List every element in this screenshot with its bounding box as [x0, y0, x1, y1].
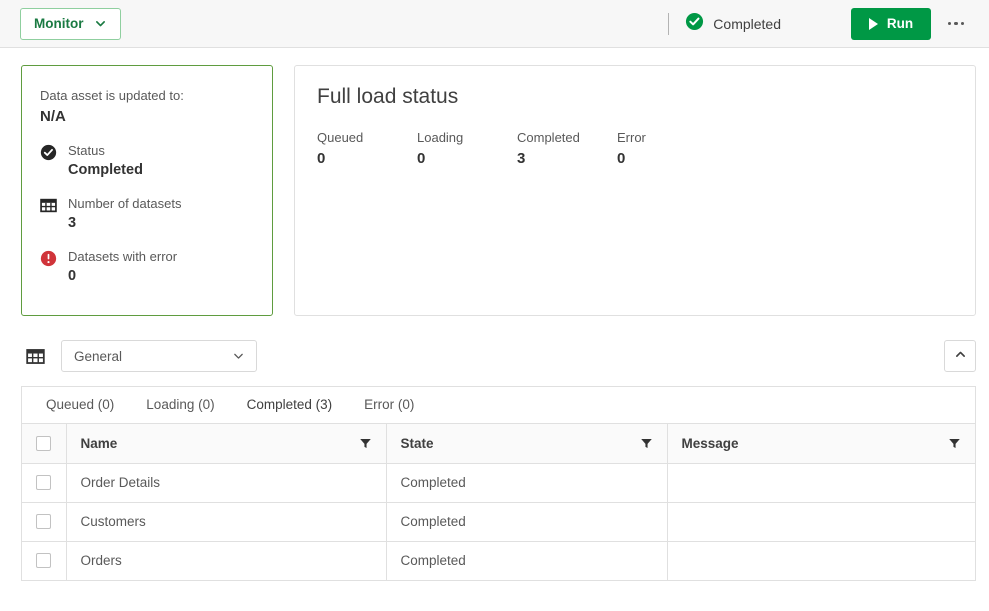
column-header-name: Name [66, 424, 387, 464]
load-stat-completed: Completed 3 [517, 130, 617, 167]
table-row[interactable]: Customers Completed [22, 502, 975, 542]
row-message-cell [667, 502, 975, 542]
full-load-status-stats: Queued 0 Loading 0 Completed 3 Error 0 [317, 130, 953, 167]
kebab-menu-icon [947, 21, 952, 26]
row-name-cell: Customers [66, 502, 387, 542]
datasets-table-header: Name State Message [22, 424, 975, 464]
chevron-up-icon [954, 348, 967, 364]
datasets-table-body: Order Details Completed Customers Comple… [22, 463, 975, 581]
full-load-status-card: Full load status Queued 0 Loading 0 Comp… [294, 65, 976, 316]
load-stat-loading: Loading 0 [417, 130, 517, 167]
summary-stat-status: Status Completed [40, 142, 254, 178]
row-name-cell: Orders [66, 541, 387, 581]
collapse-panel-button[interactable] [944, 340, 976, 372]
summary-stat-value: 3 [68, 214, 77, 231]
filter-icon[interactable] [359, 437, 372, 450]
error-circle-icon [40, 248, 58, 284]
monitor-dropdown-label: Monitor [34, 16, 84, 31]
datasets-panel: Queued (0) Loading (0) Completed (3) Err… [21, 386, 976, 581]
chevron-down-icon [232, 350, 245, 363]
summary-stat-label: Status [68, 142, 105, 158]
check-circle-icon [40, 142, 58, 178]
column-header-message: Message [667, 424, 975, 464]
load-stat-label: Completed [517, 130, 580, 145]
row-select-cell [22, 541, 67, 581]
dataset-status-tabs: Queued (0) Loading (0) Completed (3) Err… [22, 387, 975, 424]
dataset-category-select-value: General [74, 348, 123, 364]
load-stat-error: Error 0 [617, 130, 717, 167]
run-button-label: Run [886, 16, 914, 31]
kebab-menu-icon [954, 21, 958, 26]
toolbar-divider [668, 12, 670, 35]
top-toolbar: Monitor Completed Run [0, 0, 989, 48]
dataset-category-select[interactable]: General [61, 340, 257, 372]
load-stat-value: 0 [317, 150, 326, 167]
full-load-status-title: Full load status [317, 85, 459, 108]
filter-icon[interactable] [640, 437, 653, 450]
monitor-dropdown-button[interactable]: Monitor [20, 7, 121, 40]
tab-loading[interactable]: Loading (0) [130, 387, 230, 423]
play-icon [868, 17, 878, 30]
select-all-header [22, 424, 67, 464]
row-message-cell [667, 541, 975, 581]
check-circle-icon [685, 12, 704, 36]
table-toolbar: General [0, 316, 989, 372]
topbar-right-group: Completed Run [668, 7, 973, 40]
run-button[interactable]: Run [851, 7, 931, 40]
tab-completed[interactable]: Completed (3) [231, 387, 349, 423]
column-header-state: State [386, 424, 668, 464]
column-header-state-label: State [400, 435, 434, 451]
summary-stat-value: 0 [68, 267, 77, 284]
column-header-message-label: Message [681, 435, 739, 451]
table-header-row: Name State Message [22, 424, 975, 464]
more-options-button[interactable] [939, 8, 973, 40]
row-select-checkbox[interactable] [36, 475, 52, 490]
row-select-checkbox[interactable] [36, 514, 52, 529]
data-asset-summary-card: Data asset is updated to: N/A Status Com… [21, 65, 273, 316]
load-stat-value: 0 [617, 150, 626, 167]
column-header-name-label: Name [80, 435, 118, 451]
summary-stat-datasets: Number of datasets 3 [40, 195, 254, 231]
load-stat-value: 0 [417, 150, 426, 167]
summary-stat-value: Completed [68, 161, 143, 178]
filter-icon[interactable] [948, 437, 961, 450]
select-all-checkbox[interactable] [36, 435, 52, 451]
table-grid-icon [26, 347, 45, 366]
row-select-cell [22, 502, 67, 542]
status-badge: Completed [685, 12, 781, 36]
table-row[interactable]: Order Details Completed [22, 463, 975, 503]
summary-stat-errors: Datasets with error 0 [40, 248, 254, 284]
data-asset-value: N/A [40, 107, 66, 125]
tab-queued[interactable]: Queued (0) [30, 387, 130, 423]
summary-stat-label: Number of datasets [68, 195, 182, 211]
load-stat-label: Loading [417, 130, 464, 145]
row-state-cell: Completed [386, 502, 668, 542]
row-select-checkbox[interactable] [36, 553, 52, 568]
data-asset-label: Data asset is updated to: [40, 88, 184, 103]
table-row[interactable]: Orders Completed [22, 541, 975, 581]
summary-cards-row: Data asset is updated to: N/A Status Com… [0, 48, 989, 316]
kebab-menu-icon [960, 21, 965, 26]
tab-error[interactable]: Error (0) [348, 387, 430, 423]
status-badge-label: Completed [713, 15, 781, 32]
load-stat-label: Queued [317, 130, 364, 145]
load-stat-value: 3 [517, 150, 526, 167]
chevron-down-icon [94, 17, 107, 30]
datasets-table: Name State Message Order Details Complet… [22, 424, 975, 581]
table-grid-icon [40, 195, 58, 231]
row-select-cell [22, 463, 67, 503]
row-message-cell [667, 463, 975, 503]
row-name-cell: Order Details [66, 463, 387, 503]
row-state-cell: Completed [386, 541, 668, 581]
summary-stat-label: Datasets with error [68, 248, 178, 264]
row-state-cell: Completed [386, 463, 668, 503]
load-stat-queued: Queued 0 [317, 130, 417, 167]
load-stat-label: Error [617, 130, 646, 145]
